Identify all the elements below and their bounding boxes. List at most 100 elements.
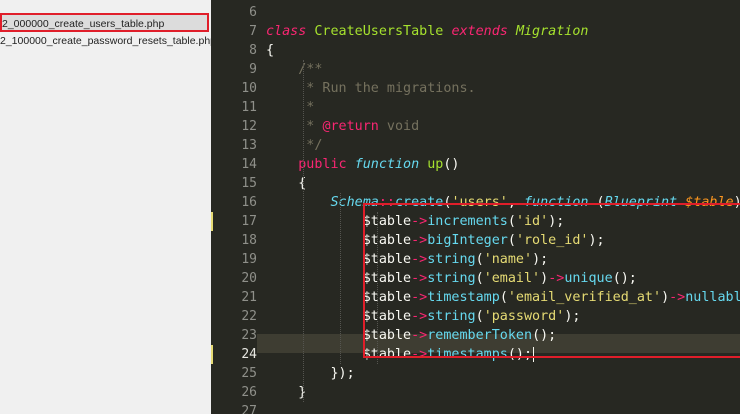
code-token: Blueprint xyxy=(604,195,678,210)
code-token: CreateUsersTable xyxy=(314,24,444,39)
code-line[interactable]: * xyxy=(266,98,314,117)
code-token: nullable xyxy=(685,290,740,305)
line-number: 18 xyxy=(241,233,257,248)
code-token: $table xyxy=(266,233,412,248)
code-token: ( xyxy=(475,271,484,286)
code-line[interactable]: /** xyxy=(266,60,322,79)
code-token: */ xyxy=(298,138,323,153)
code-token: -> xyxy=(411,290,428,305)
code-token: Migration xyxy=(515,24,589,39)
code-token: $table xyxy=(685,195,734,210)
code-line[interactable]: Schema::create('users', function (Bluepr… xyxy=(266,193,740,212)
text-cursor xyxy=(533,346,535,362)
code-token: $table xyxy=(266,328,412,343)
code-token: /** xyxy=(298,62,323,77)
code-token: -> xyxy=(411,233,428,248)
code-line[interactable]: { xyxy=(266,41,274,60)
code-token: $table xyxy=(266,252,412,267)
code-line[interactable]: $table->rememberToken(); xyxy=(266,326,557,345)
code-token: -> xyxy=(411,328,428,343)
code-token: rememberToken xyxy=(427,328,533,343)
code-token: timestamp xyxy=(427,290,500,305)
line-number: 26 xyxy=(241,385,257,400)
line-number: 13 xyxy=(241,138,257,153)
code-line[interactable]: * Run the migrations. xyxy=(266,79,476,98)
code-token: 'password' xyxy=(483,309,565,324)
code-token: void xyxy=(378,119,420,134)
code-line[interactable]: public function up() xyxy=(266,155,459,174)
file-item-create-password-resets-table[interactable]: 2_100000_create_password_resets_table.ph… xyxy=(0,32,211,51)
code-token: unique xyxy=(564,271,613,286)
code-token: 'email' xyxy=(483,271,541,286)
code-token: * Run the migrations. xyxy=(298,81,476,96)
code-area[interactable]: class CreateUsersTable extends Migration… xyxy=(266,0,740,414)
code-token: function xyxy=(524,195,589,210)
file-item-create-users-table[interactable]: 2_000000_create_users_table.php xyxy=(0,13,209,32)
code-token: 'id' xyxy=(515,214,549,229)
code-token: ( xyxy=(507,214,516,229)
line-number: 15 xyxy=(241,176,257,191)
line-number: 27 xyxy=(241,404,257,414)
code-token: -> xyxy=(411,214,428,229)
indent-guide xyxy=(340,193,341,364)
code-line[interactable]: { xyxy=(266,174,306,193)
code-line[interactable]: $table->increments('id'); xyxy=(266,212,565,231)
code-token: @return xyxy=(322,119,379,134)
code-line[interactable]: */ xyxy=(266,136,322,155)
code-line[interactable]: $table->bigInteger('role_id'); xyxy=(266,231,605,250)
line-number: 9 xyxy=(249,62,257,77)
code-token: * xyxy=(298,119,323,134)
code-token: { xyxy=(266,176,307,191)
line-number: 24 xyxy=(241,347,257,362)
code-token: }); xyxy=(266,366,355,381)
code-token: ); xyxy=(532,252,549,267)
code-line[interactable]: $table->string('name'); xyxy=(266,250,548,269)
code-token: $table xyxy=(266,214,412,229)
code-token: extends xyxy=(451,24,508,39)
modified-line-marker xyxy=(211,345,213,364)
line-number: 23 xyxy=(241,328,257,343)
code-token: (); xyxy=(612,271,637,286)
code-token: 'email_verified_at' xyxy=(507,290,662,305)
code-token: 'name' xyxy=(483,252,533,267)
code-token: { xyxy=(266,43,275,58)
code-line[interactable]: }); xyxy=(266,364,355,383)
code-token: function xyxy=(354,157,420,172)
code-editor[interactable]: 6 7 8 9 10 11 12 13 14 15 16 17 18 19 20 21 22 23 24 25 26 27… xyxy=(211,0,740,414)
code-token: -> xyxy=(411,347,428,362)
code-line[interactable]: $table->string('password'); xyxy=(266,307,581,326)
code-token: ( xyxy=(588,195,605,210)
code-token: ) { xyxy=(734,195,740,210)
code-token: ); xyxy=(588,233,605,248)
indent-guide xyxy=(303,60,304,402)
line-number: 10 xyxy=(241,81,257,96)
code-token: -> xyxy=(411,271,428,286)
code-line[interactable]: $table->timestamp('email_verified_at')->… xyxy=(266,288,740,307)
code-token: -> xyxy=(548,271,565,286)
code-token: class xyxy=(266,24,307,39)
line-number: 16 xyxy=(241,195,257,210)
code-line[interactable]: class CreateUsersTable extends Migration xyxy=(266,22,589,41)
code-token: increments xyxy=(427,214,508,229)
code-token: * xyxy=(298,100,315,115)
code-token: up xyxy=(427,157,444,172)
code-token: string xyxy=(427,271,476,286)
code-line[interactable]: $table->timestamps(); xyxy=(266,345,535,364)
code-line[interactable]: * @return void xyxy=(266,117,419,136)
code-line[interactable]: $table->string('email')->unique(); xyxy=(266,269,637,288)
line-number: 21 xyxy=(241,290,257,305)
modified-line-marker xyxy=(211,212,213,231)
code-token: string xyxy=(427,309,476,324)
code-token: ); xyxy=(548,214,565,229)
code-token: public xyxy=(298,157,347,172)
code-token: bigInteger xyxy=(427,233,508,248)
line-number: 19 xyxy=(241,252,257,267)
code-line[interactable]: } xyxy=(266,383,306,402)
line-number: 14 xyxy=(241,157,257,172)
